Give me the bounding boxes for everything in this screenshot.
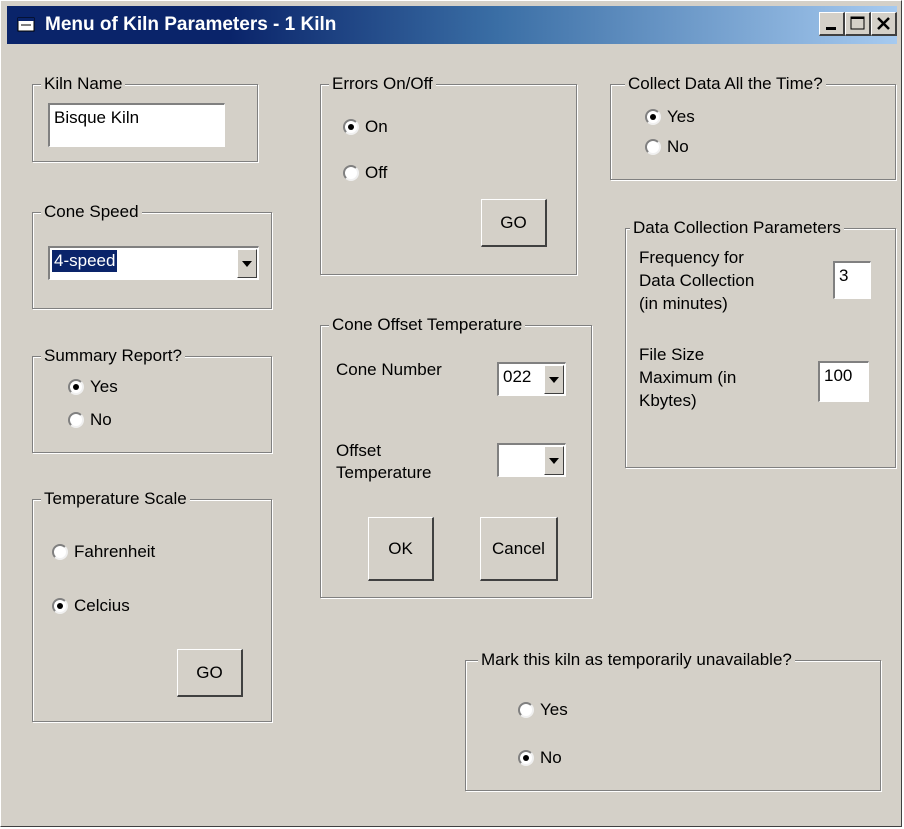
cone-number-select[interactable]: 022 bbox=[497, 362, 566, 396]
radio-checked-icon bbox=[68, 379, 84, 395]
summary-report-no-label: No bbox=[90, 410, 112, 429]
offset-temperature-select[interactable] bbox=[497, 443, 566, 477]
cone-number-dropdown-button[interactable] bbox=[544, 365, 564, 394]
close-button[interactable] bbox=[871, 12, 897, 36]
chevron-down-icon bbox=[242, 260, 252, 267]
unavailable-group: Mark this kiln as temporarily unavailabl… bbox=[465, 649, 881, 791]
radio-unchecked-icon bbox=[52, 544, 68, 560]
unavailable-legend: Mark this kiln as temporarily unavailabl… bbox=[478, 649, 795, 671]
file-size-label-line3: Kbytes) bbox=[639, 391, 697, 410]
cone-number-value: 022 bbox=[503, 367, 532, 386]
file-size-label-line2: Maximum (in bbox=[639, 368, 737, 387]
cone-number-label: Cone Number bbox=[336, 360, 442, 379]
offset-temperature-label-line2: Temperature bbox=[336, 463, 432, 482]
kiln-name-input[interactable]: Bisque Kiln bbox=[48, 103, 225, 147]
collect-data-no-label: No bbox=[667, 137, 689, 156]
title-bar[interactable]: Menu of Kiln Parameters - 1 Kiln bbox=[7, 6, 897, 44]
summary-report-yes-label: Yes bbox=[90, 377, 118, 396]
collect-data-group: Collect Data All the Time? Yes No bbox=[610, 73, 896, 180]
cone-speed-value: 4-speed bbox=[52, 250, 118, 272]
maximize-button[interactable] bbox=[845, 12, 871, 36]
frequency-label-line2: Data Collection bbox=[639, 271, 755, 290]
cone-offset-group: Cone Offset Temperature Cone Number 022 … bbox=[320, 314, 592, 598]
cone-speed-group: Cone Speed 4-speed bbox=[32, 201, 272, 309]
temperature-scale-group: Temperature Scale Fahrenheit Celcius GO bbox=[32, 488, 272, 722]
temperature-scale-legend: Temperature Scale bbox=[41, 488, 190, 510]
collect-data-legend: Collect Data All the Time? bbox=[625, 73, 826, 95]
errors-on-label: On bbox=[365, 117, 388, 136]
frequency-input[interactable]: 3 bbox=[833, 261, 871, 299]
offset-temperature-dropdown-button[interactable] bbox=[544, 446, 564, 475]
errors-legend: Errors On/Off bbox=[329, 73, 436, 95]
data-collection-legend: Data Collection Parameters bbox=[630, 217, 844, 239]
chevron-down-icon bbox=[549, 457, 559, 464]
frequency-label-line1: Frequency for bbox=[639, 248, 744, 267]
kiln-name-group: Kiln Name Bisque Kiln bbox=[32, 73, 258, 162]
maximize-icon bbox=[850, 16, 865, 30]
kiln-parameters-window: Menu of Kiln Parameters - 1 Kiln Kiln Na… bbox=[0, 0, 902, 827]
data-collection-group: Data Collection Parameters Frequency for… bbox=[625, 217, 896, 468]
radio-checked-icon bbox=[52, 598, 68, 614]
summary-report-legend: Summary Report? bbox=[41, 345, 185, 367]
cone-speed-dropdown-button[interactable] bbox=[237, 249, 257, 278]
radio-unchecked-icon bbox=[68, 412, 84, 428]
unavailable-no-label: No bbox=[540, 748, 562, 767]
ok-button[interactable]: OK bbox=[368, 517, 434, 581]
fahrenheit-label: Fahrenheit bbox=[74, 542, 156, 561]
radio-checked-icon bbox=[518, 750, 534, 766]
errors-off-label: Off bbox=[365, 163, 388, 182]
app-window-icon bbox=[17, 17, 35, 32]
radio-unchecked-icon bbox=[645, 139, 661, 155]
summary-report-group: Summary Report? Yes No bbox=[32, 345, 272, 453]
unavailable-yes-label: Yes bbox=[540, 700, 568, 719]
minimize-icon bbox=[826, 27, 836, 30]
chevron-down-icon bbox=[549, 376, 559, 383]
offset-temperature-label-line1: Offset bbox=[336, 441, 382, 460]
collect-data-yes-label: Yes bbox=[667, 107, 695, 126]
cancel-button[interactable]: Cancel bbox=[480, 517, 558, 581]
cone-speed-select[interactable]: 4-speed bbox=[48, 246, 259, 280]
kiln-name-legend: Kiln Name bbox=[41, 73, 126, 95]
cone-speed-legend: Cone Speed bbox=[41, 201, 142, 223]
celcius-label: Celcius bbox=[74, 596, 130, 615]
file-size-label-line1: File Size bbox=[639, 345, 705, 364]
radio-checked-icon bbox=[343, 119, 359, 135]
window-title: Menu of Kiln Parameters - 1 Kiln bbox=[45, 14, 337, 35]
minimize-button[interactable] bbox=[819, 12, 845, 36]
radio-checked-icon bbox=[645, 109, 661, 125]
file-size-input[interactable]: 100 bbox=[818, 361, 869, 402]
errors-group: Errors On/Off On Off GO bbox=[320, 73, 577, 275]
cone-offset-legend: Cone Offset Temperature bbox=[329, 314, 526, 336]
radio-unchecked-icon bbox=[518, 702, 534, 718]
errors-go-button[interactable]: GO bbox=[481, 199, 547, 247]
frequency-label-line3: (in minutes) bbox=[639, 294, 728, 313]
radio-unchecked-icon bbox=[343, 165, 359, 181]
temperature-scale-go-button[interactable]: GO bbox=[177, 649, 243, 697]
close-icon bbox=[877, 17, 890, 30]
